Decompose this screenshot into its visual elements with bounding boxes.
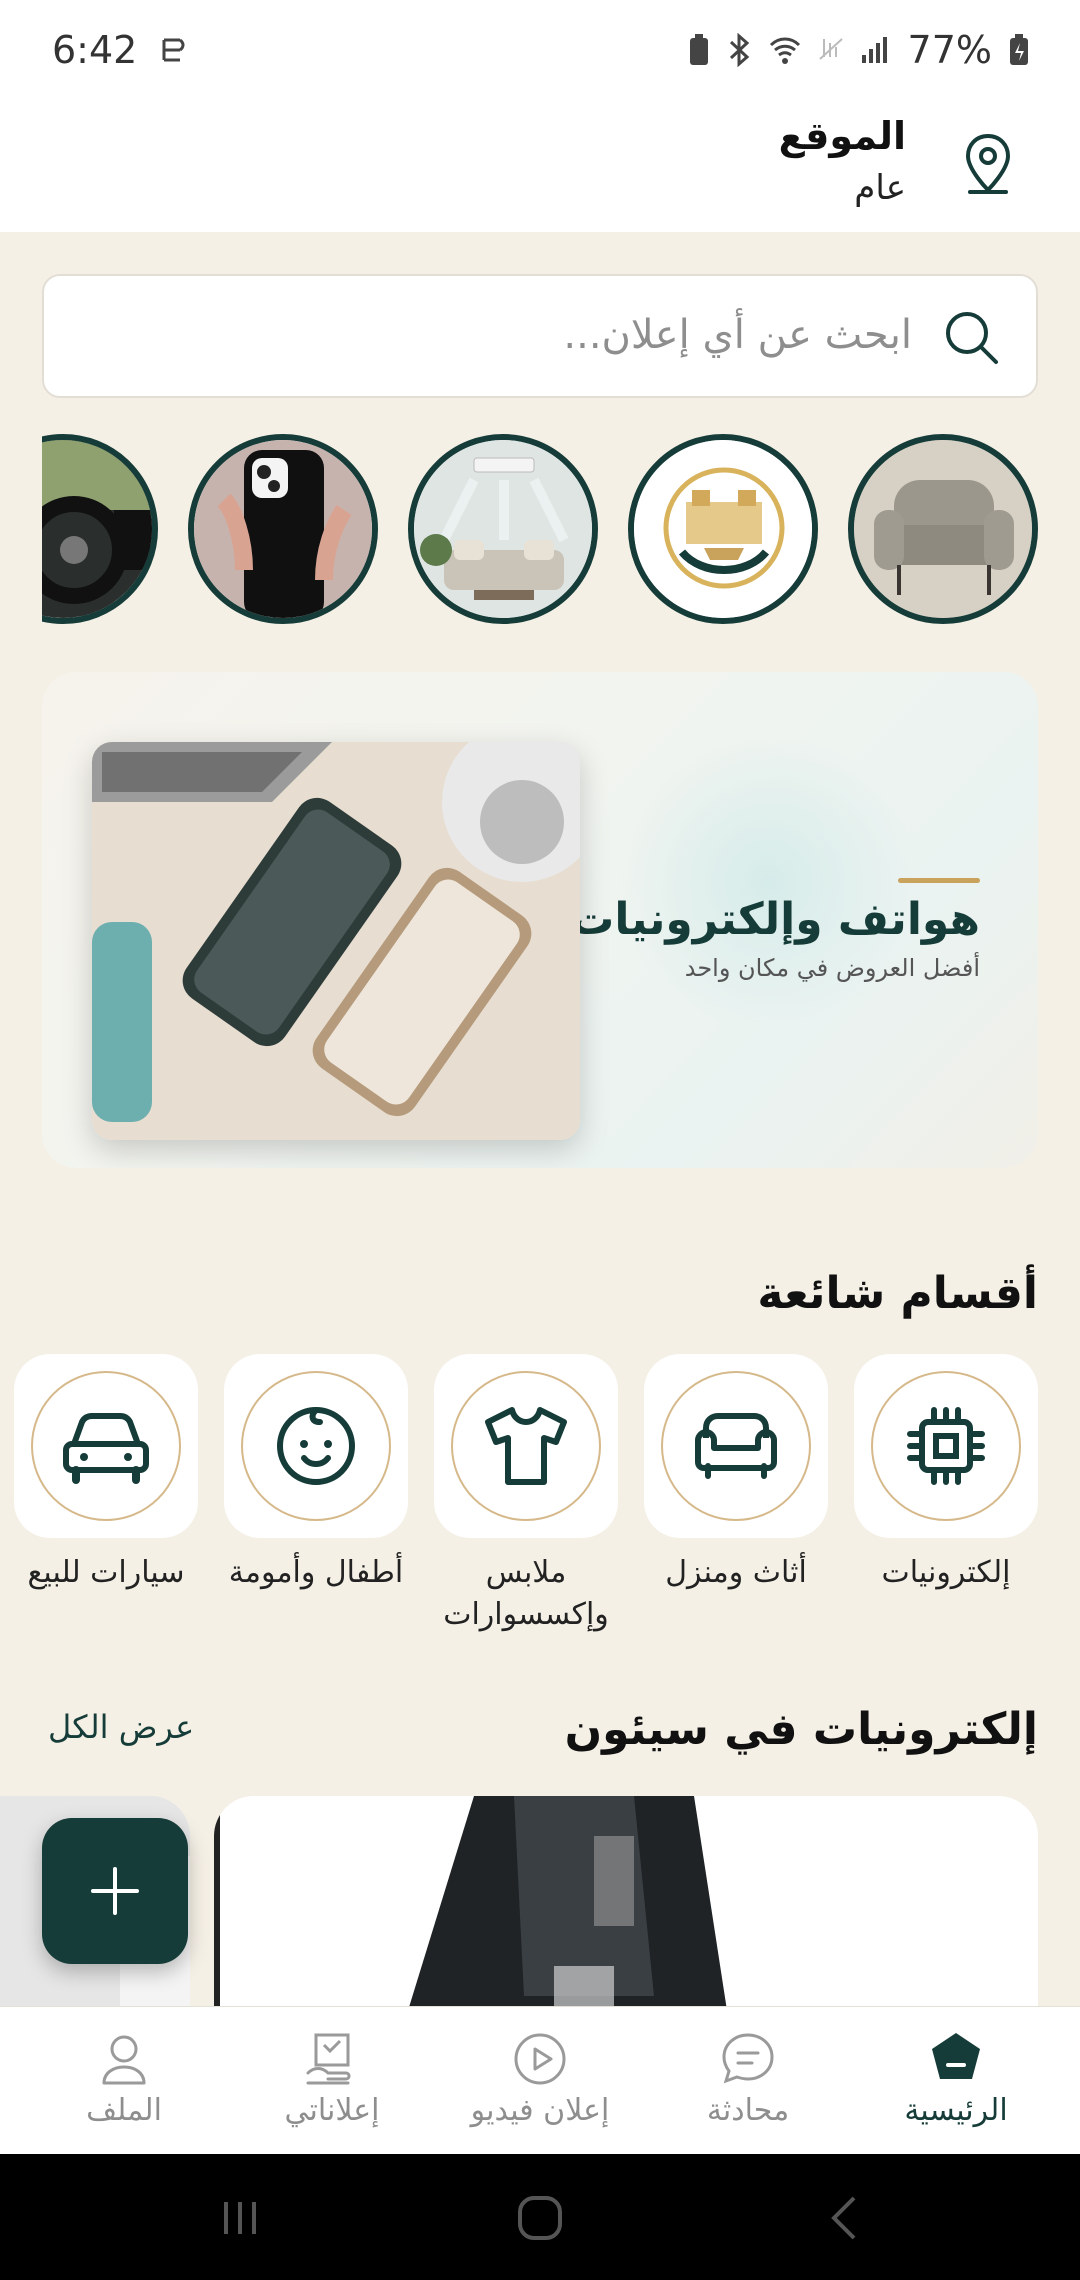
battery-percent: 77% — [907, 28, 992, 72]
story-phone[interactable] — [188, 434, 378, 624]
banner-accent-line — [898, 878, 980, 883]
add-listing-button[interactable] — [42, 1818, 188, 1964]
battery-saver-icon — [689, 34, 708, 65]
status-time: 6:42 — [52, 28, 138, 72]
location-pin-icon[interactable] — [958, 132, 1018, 196]
category-clothing[interactable] — [434, 1354, 618, 1538]
home-icon — [932, 2033, 980, 2079]
promo-banner[interactable]: هواتف وإلكترونيات أفضل العروض في مكان وا… — [42, 672, 1038, 1168]
phones-photo — [92, 742, 580, 1140]
category-electronics[interactable] — [854, 1354, 1038, 1538]
sofa-icon — [695, 1413, 777, 1479]
nav-profile[interactable]: الملف — [24, 2029, 224, 2149]
bluetooth-icon — [729, 33, 749, 67]
chip-icon — [907, 1407, 985, 1485]
bottom-navigation: الرئيسية محادثة إعلان فيديو إعلاناتي الم… — [0, 2006, 1080, 2154]
nav-home[interactable]: الرئيسية — [856, 2029, 1056, 2149]
play-icon — [514, 2033, 566, 2085]
story-furniture[interactable] — [848, 434, 1038, 624]
data-off-icon — [818, 38, 843, 60]
banner-subtitle: أفضل العروض في مكان واحد — [684, 954, 980, 982]
banner-image — [92, 742, 580, 1140]
story-living-room[interactable] — [408, 434, 598, 624]
wifi-icon — [769, 37, 800, 64]
living-room-image — [414, 440, 592, 618]
category-label-furniture: أثاث ومنزل — [665, 1555, 807, 1590]
category-kids[interactable] — [224, 1354, 408, 1538]
category-label-cars: سيارات للبيع — [27, 1555, 185, 1590]
car-interior-image — [42, 440, 152, 618]
stories-row — [42, 432, 1038, 624]
nav-home-label: الرئيسية — [904, 2093, 1008, 2128]
back-icon[interactable] — [822, 2194, 870, 2242]
search-bar[interactable]: ابحث عن أي إعلان... — [42, 274, 1038, 398]
search-placeholder[interactable]: ابحث عن أي إعلان... — [563, 312, 912, 358]
story-car[interactable] — [42, 434, 158, 624]
category-label-kids: أطفال وأمومة — [228, 1555, 404, 1590]
armchair-image — [854, 440, 1032, 618]
battery-icon — [1010, 34, 1028, 65]
nav-video-ad[interactable]: إعلان فيديو — [440, 2029, 640, 2149]
chat-icon — [722, 2033, 774, 2084]
story-logo[interactable] — [628, 434, 818, 624]
brand-logo-image — [634, 440, 812, 618]
category-cars[interactable] — [14, 1354, 198, 1538]
home-button-icon[interactable] — [516, 2194, 564, 2242]
category-furniture[interactable] — [644, 1354, 828, 1538]
nav-video-label: إعلان فيديو — [470, 2093, 610, 2128]
profile-icon — [102, 2035, 146, 2085]
category-label-electronics: إلكترونيات — [881, 1555, 1011, 1590]
banner-title: هواتف وإلكترونيات — [570, 894, 980, 945]
location-value[interactable]: عام — [854, 168, 906, 208]
status-bar: 6:42 77% — [0, 0, 1080, 100]
popular-categories-title: أقسام شائعة — [757, 1268, 1038, 1319]
signal-icon — [861, 37, 887, 63]
nav-my-ads-label: إعلاناتي — [284, 2093, 380, 2128]
recent-apps-icon[interactable] — [216, 2194, 264, 2242]
nav-chat[interactable]: محادثة — [648, 2029, 848, 2149]
location-title: الموقع — [778, 114, 906, 158]
baby-icon — [277, 1407, 355, 1485]
system-navigation-bar — [0, 2154, 1080, 2280]
nav-chat-label: محادثة — [706, 2093, 790, 2128]
season-section-title: إلكترونيات في سيئون — [564, 1704, 1038, 1755]
view-all-link[interactable]: عرض الكل — [48, 1708, 194, 1746]
nav-my-ads[interactable]: إعلاناتي — [232, 2029, 432, 2149]
notification-icon — [162, 38, 185, 62]
my-ads-icon — [306, 2033, 351, 2085]
location-header[interactable]: الموقع عام — [0, 100, 1080, 232]
nav-profile-label: الملف — [86, 2093, 162, 2128]
plus-icon — [91, 1867, 139, 1915]
phone-case-image — [194, 440, 372, 618]
search-icon[interactable] — [942, 308, 1002, 368]
tshirt-icon — [485, 1407, 567, 1485]
category-label-clothing: ملابس وإكسسوارات — [443, 1555, 609, 1632]
car-icon — [63, 1413, 149, 1484]
